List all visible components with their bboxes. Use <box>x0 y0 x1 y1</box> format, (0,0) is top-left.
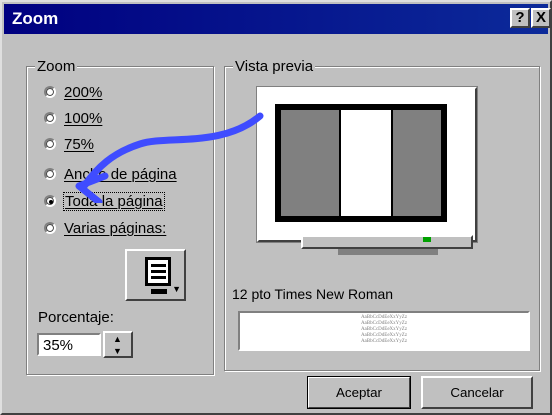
window-title: Zoom <box>12 9 59 28</box>
title-bar: Zoom ? X <box>4 4 551 34</box>
radio-icon[interactable] <box>44 222 56 234</box>
font-sample-line: AaBbCcDdEeXxYyZz <box>360 339 408 344</box>
zoom-option-many-pages[interactable]: Varias páginas: <box>44 216 166 240</box>
font-sample-box: AaBbCcDdEeXxYyZz AaBbCcDdEeXxYyZz AaBbCc… <box>238 311 530 351</box>
percentage-spinner[interactable]: ▲ ▼ <box>103 331 133 358</box>
monitor-base-icon <box>151 289 167 294</box>
radio-icon[interactable] <box>44 168 56 180</box>
help-button[interactable]: ? <box>510 8 530 28</box>
radio-icon[interactable] <box>44 138 56 150</box>
preview-page <box>341 110 391 216</box>
preview-group-label: Vista previa <box>233 58 316 75</box>
monitor-stand <box>301 235 473 249</box>
radio-icon[interactable] <box>44 112 56 124</box>
preview-left-margin <box>281 110 339 216</box>
percentage-label: Porcentaje: <box>38 309 114 326</box>
font-sample-label: 12 pto Times New Roman <box>232 286 394 302</box>
zoom-option-200[interactable]: 200% <box>44 80 102 104</box>
radio-selected-icon[interactable] <box>44 195 56 207</box>
zoom-dialog: Zoom ? X Zoom 200% 100% 75% Ancho de pág… <box>0 0 552 415</box>
percentage-input[interactable]: 35% <box>37 333 101 356</box>
zoom-option-label: 75% <box>64 135 95 153</box>
accept-button[interactable]: Aceptar <box>307 376 411 409</box>
preview-screen <box>275 104 447 222</box>
zoom-option-75[interactable]: 75% <box>44 132 94 156</box>
zoom-option-page-width[interactable]: Ancho de página <box>44 162 177 186</box>
zoom-group-label: Zoom <box>35 58 78 75</box>
dropdown-arrow-icon: ▼ <box>172 284 181 294</box>
zoom-option-label: 200% <box>64 83 103 101</box>
zoom-option-label: Toda la página <box>63 191 165 211</box>
radio-icon[interactable] <box>44 86 56 98</box>
close-button[interactable]: X <box>531 8 551 28</box>
spin-down-icon[interactable]: ▼ <box>113 346 122 356</box>
zoom-option-label: Varias páginas: <box>64 219 167 237</box>
pages-picker-button[interactable]: ▼ <box>125 249 186 301</box>
zoom-option-100[interactable]: 100% <box>44 106 102 130</box>
zoom-option-whole-page[interactable]: Toda la página <box>44 189 165 213</box>
zoom-option-label: 100% <box>64 109 103 127</box>
preview-right-margin <box>393 110 441 216</box>
cancel-button[interactable]: Cancelar <box>421 376 533 409</box>
zoom-option-label: Ancho de página <box>64 165 177 183</box>
power-light-icon <box>423 237 431 242</box>
monitor-base <box>338 249 438 255</box>
pages-picker-icon <box>145 257 171 286</box>
spin-up-icon[interactable]: ▲ <box>113 334 122 344</box>
